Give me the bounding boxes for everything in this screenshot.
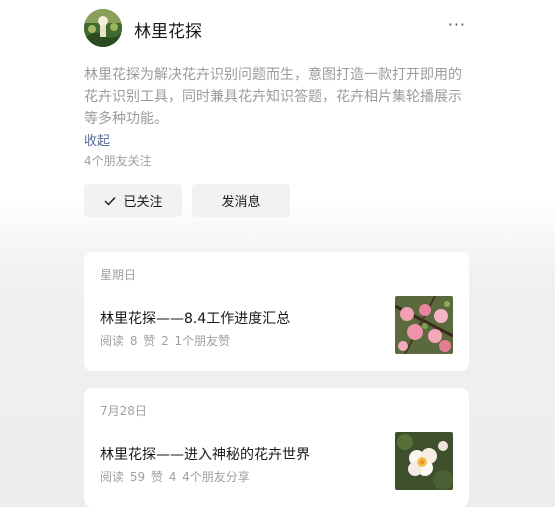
more-options-icon[interactable]: ··· (448, 15, 466, 34)
followed-button[interactable]: 已关注 (84, 184, 182, 217)
article-stats: 阅读 8 赞 2 1个朋友赞 (100, 334, 231, 348)
send-message-button[interactable]: 发消息 (192, 184, 290, 217)
white-flower-thumbnail[interactable] (395, 432, 453, 490)
article-date: 星期日 (100, 268, 137, 282)
account-description: 林里花探为解决花卉识别问题而生，意图打造一款打开即用的花卉识别工具，同时兼具花卉… (84, 67, 462, 127)
article-card[interactable]: 星期日 林里花探——8.4工作进度汇总 阅读 8 赞 2 1个朋友赞 (84, 252, 469, 371)
account-name: 林里花探 (134, 22, 202, 42)
checkmark-icon (104, 196, 116, 206)
pink-blossom-thumbnail[interactable] (395, 296, 453, 354)
account-avatar[interactable] (84, 9, 122, 47)
send-message-label: 发消息 (221, 195, 261, 210)
article-card[interactable]: 7月28日 林里花探——进入神秘的花卉世界 阅读 59 赞 4 4个朋友分享 (84, 388, 469, 507)
article-title[interactable]: 林里花探——进入神秘的花卉世界 (100, 444, 310, 464)
collapse-link[interactable]: 收起 (84, 130, 110, 149)
friends-following-count: 4个朋友关注 (84, 154, 152, 168)
article-title[interactable]: 林里花探——8.4工作进度汇总 (100, 308, 290, 328)
account-header: 林里花探 ··· (84, 9, 468, 49)
article-stats: 阅读 59 赞 4 4个朋友分享 (100, 470, 250, 484)
article-date: 7月28日 (100, 404, 147, 418)
followed-button-label: 已关注 (123, 195, 163, 210)
